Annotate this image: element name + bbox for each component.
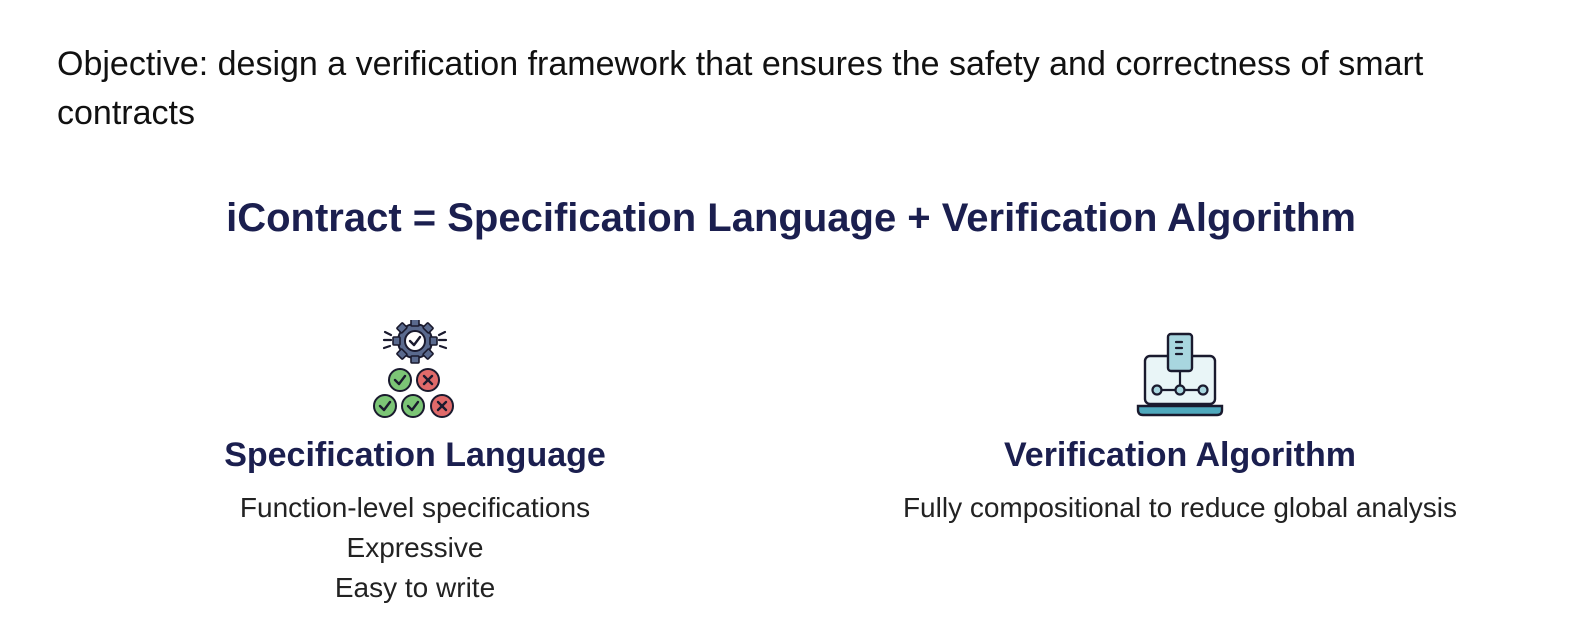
list-item: Expressive [346, 532, 484, 563]
verification-algorithm-title: Verification Algorithm [1003, 436, 1356, 474]
laptop-workflow-icon [880, 316, 1480, 420]
list-item: Easy to write [334, 572, 496, 603]
specification-language-title: Specification Language [224, 436, 606, 474]
gear-checklist-icon [115, 316, 715, 420]
specification-language-list: Function-level specifications Expressive… [115, 488, 715, 608]
specification-language-column: Specification Language Function-level sp… [115, 316, 715, 608]
equation-heading: iContract = Specification Language + Ver… [226, 196, 1356, 240]
verification-algorithm-list: Fully compositional to reduce global ana… [880, 488, 1480, 528]
objective-text: Objective: design a verification framewo… [57, 45, 1424, 132]
list-item: Fully compositional to reduce global ana… [902, 492, 1458, 523]
list-item: Function-level specifications [239, 492, 591, 523]
verification-algorithm-column: Verification Algorithm Fully composition… [880, 316, 1480, 528]
